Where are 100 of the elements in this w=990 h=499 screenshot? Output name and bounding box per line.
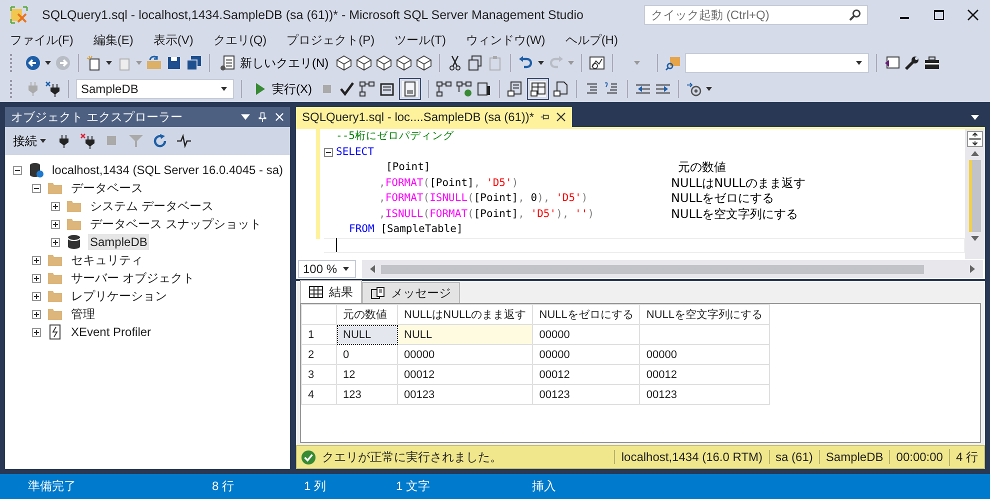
- results-file-icon[interactable]: [553, 81, 569, 97]
- close-icon[interactable]: [967, 9, 979, 21]
- refresh-icon[interactable]: [152, 133, 168, 149]
- search-icon[interactable]: [849, 9, 861, 21]
- change-connection-icon[interactable]: [45, 81, 61, 97]
- specify-values-icon[interactable]: [686, 81, 702, 97]
- column-header[interactable]: NULLをゼロにする: [532, 304, 640, 324]
- query-type-icon[interactable]: [336, 55, 352, 71]
- scroll-left-icon[interactable]: [370, 265, 375, 273]
- panel-title: オブジェクト エクスプローラー: [11, 108, 184, 126]
- new-query-button[interactable]: 新しいクエリ(N): [217, 52, 332, 74]
- menu-item[interactable]: ファイル(F): [4, 32, 80, 48]
- results-to-text-icon[interactable]: [379, 81, 395, 97]
- menu-item[interactable]: 表示(V): [147, 32, 200, 48]
- caret-icon[interactable]: [106, 61, 112, 65]
- wrench-icon[interactable]: [904, 55, 920, 71]
- quick-launch-field[interactable]: クイック起動 (Ctrl+Q): [644, 5, 868, 25]
- pin-icon[interactable]: [258, 112, 267, 122]
- tree-item[interactable]: XEvent Profiler: [69, 324, 154, 340]
- expander-icon[interactable]: [32, 328, 41, 336]
- find-in-files-icon[interactable]: [664, 55, 681, 71]
- caret-icon[interactable]: [706, 87, 712, 91]
- menu-item[interactable]: ウィンドウ(W): [460, 32, 552, 48]
- menu-item[interactable]: プロジェクト(P): [280, 32, 381, 48]
- expander-icon[interactable]: [32, 256, 41, 264]
- connect-button[interactable]: 接続: [11, 132, 48, 150]
- new-project-icon[interactable]: [86, 55, 102, 71]
- pin-icon[interactable]: [540, 112, 550, 122]
- tree-item[interactable]: localhost,1434 (SQL Server 16.0.4045 - sa): [50, 162, 286, 178]
- query-type-icon[interactable]: [376, 55, 392, 71]
- live-plan-icon[interactable]: [456, 81, 472, 97]
- results-tab[interactable]: 結果: [300, 280, 362, 303]
- server-icon: [28, 162, 44, 178]
- caret-icon: [343, 267, 349, 271]
- expander-icon[interactable]: [51, 220, 60, 228]
- tree-item[interactable]: データベース: [69, 178, 145, 198]
- save-all-icon[interactable]: [186, 55, 202, 71]
- checkmark-icon[interactable]: [339, 81, 355, 97]
- menu-item[interactable]: ヘルプ(H): [559, 32, 624, 48]
- tree-item[interactable]: サーバー オブジェクト: [69, 268, 196, 288]
- cut-icon[interactable]: [446, 55, 463, 71]
- column-indicator: 1 列: [304, 478, 328, 495]
- solution-explorer-icon[interactable]: [884, 55, 900, 71]
- caret-icon[interactable]: [538, 61, 544, 65]
- results-grid-icon[interactable]: [530, 81, 546, 97]
- query-type-icon[interactable]: [356, 55, 372, 71]
- zoom-dropdown[interactable]: 100 %: [298, 260, 356, 278]
- expander-icon[interactable]: [51, 202, 60, 210]
- expander-icon[interactable]: [32, 292, 41, 300]
- menu-item[interactable]: 編集(E): [87, 32, 140, 48]
- scroll-down-icon[interactable]: [971, 236, 979, 241]
- tree-item[interactable]: システム データベース: [88, 196, 216, 216]
- scroll-up-icon[interactable]: [971, 151, 979, 156]
- copy-icon[interactable]: [466, 55, 483, 71]
- expander-icon[interactable]: [32, 310, 41, 318]
- expander-icon[interactable]: [13, 166, 22, 174]
- results-to-grid-icon[interactable]: [402, 81, 418, 97]
- split-icon[interactable]: [967, 131, 983, 147]
- database-dropdown[interactable]: SampleDB: [76, 79, 234, 99]
- activity-monitor-icon[interactable]: [588, 55, 605, 71]
- table-cell: 0: [336, 344, 398, 364]
- document-tab[interactable]: SQLQuery1.sql - loc....SampleDB (sa (61))*: [296, 107, 572, 127]
- tree-item[interactable]: レプリケーション: [69, 286, 169, 306]
- client-statistics-icon[interactable]: [476, 81, 492, 97]
- estimated-plan-icon[interactable]: [436, 81, 452, 97]
- caret-icon[interactable]: [45, 61, 51, 65]
- activity-icon[interactable]: [176, 133, 192, 149]
- query-type-icon[interactable]: [416, 55, 432, 71]
- close-icon[interactable]: [556, 112, 566, 122]
- scroll-right-icon[interactable]: [970, 265, 975, 273]
- toolbox-icon[interactable]: [924, 55, 940, 71]
- execute-button[interactable]: 実行(X): [249, 78, 315, 100]
- horizontal-scrollbar[interactable]: [362, 260, 983, 278]
- vertical-scrollbar[interactable]: [965, 129, 985, 259]
- table-cell: 12: [336, 364, 398, 384]
- tree-item[interactable]: セキュリティ: [69, 250, 145, 270]
- results-tab[interactable]: メッセージ: [362, 282, 460, 303]
- disconnect-icon[interactable]: [80, 133, 96, 149]
- caret-icon[interactable]: [241, 112, 250, 122]
- column-header[interactable]: NULLを空文字列にする: [640, 304, 769, 324]
- maximize-icon[interactable]: [933, 9, 945, 21]
- tree-item[interactable]: SampleDB: [88, 234, 150, 250]
- expander-icon[interactable]: [32, 184, 41, 192]
- window-title: SQLQuery1.sql - localhost,1434.SampleDB (sa (61))* - Microsoft SQL Server Management Studio: [42, 8, 584, 22]
- caret-icon[interactable]: [971, 114, 979, 120]
- fold-icon[interactable]: [324, 148, 333, 157]
- menu-item[interactable]: ツール(T): [388, 32, 452, 48]
- save-icon[interactable]: [166, 55, 182, 71]
- expander-icon[interactable]: [51, 238, 60, 246]
- menu-item[interactable]: クエリ(Q): [207, 32, 273, 48]
- tree-item[interactable]: 管理: [69, 304, 97, 324]
- query-type-icon[interactable]: [396, 55, 412, 71]
- column-header[interactable]: NULLはNULLのまま返す: [398, 304, 533, 324]
- expander-icon[interactable]: [32, 274, 41, 282]
- undo-icon[interactable]: [518, 55, 534, 71]
- tree-item[interactable]: データベース スナップショット: [88, 214, 264, 234]
- results-text-icon[interactable]: [507, 81, 523, 97]
- open-folder-icon[interactable]: [146, 55, 162, 71]
- back-icon[interactable]: [25, 55, 41, 71]
- query-plan-icon[interactable]: [359, 81, 375, 97]
